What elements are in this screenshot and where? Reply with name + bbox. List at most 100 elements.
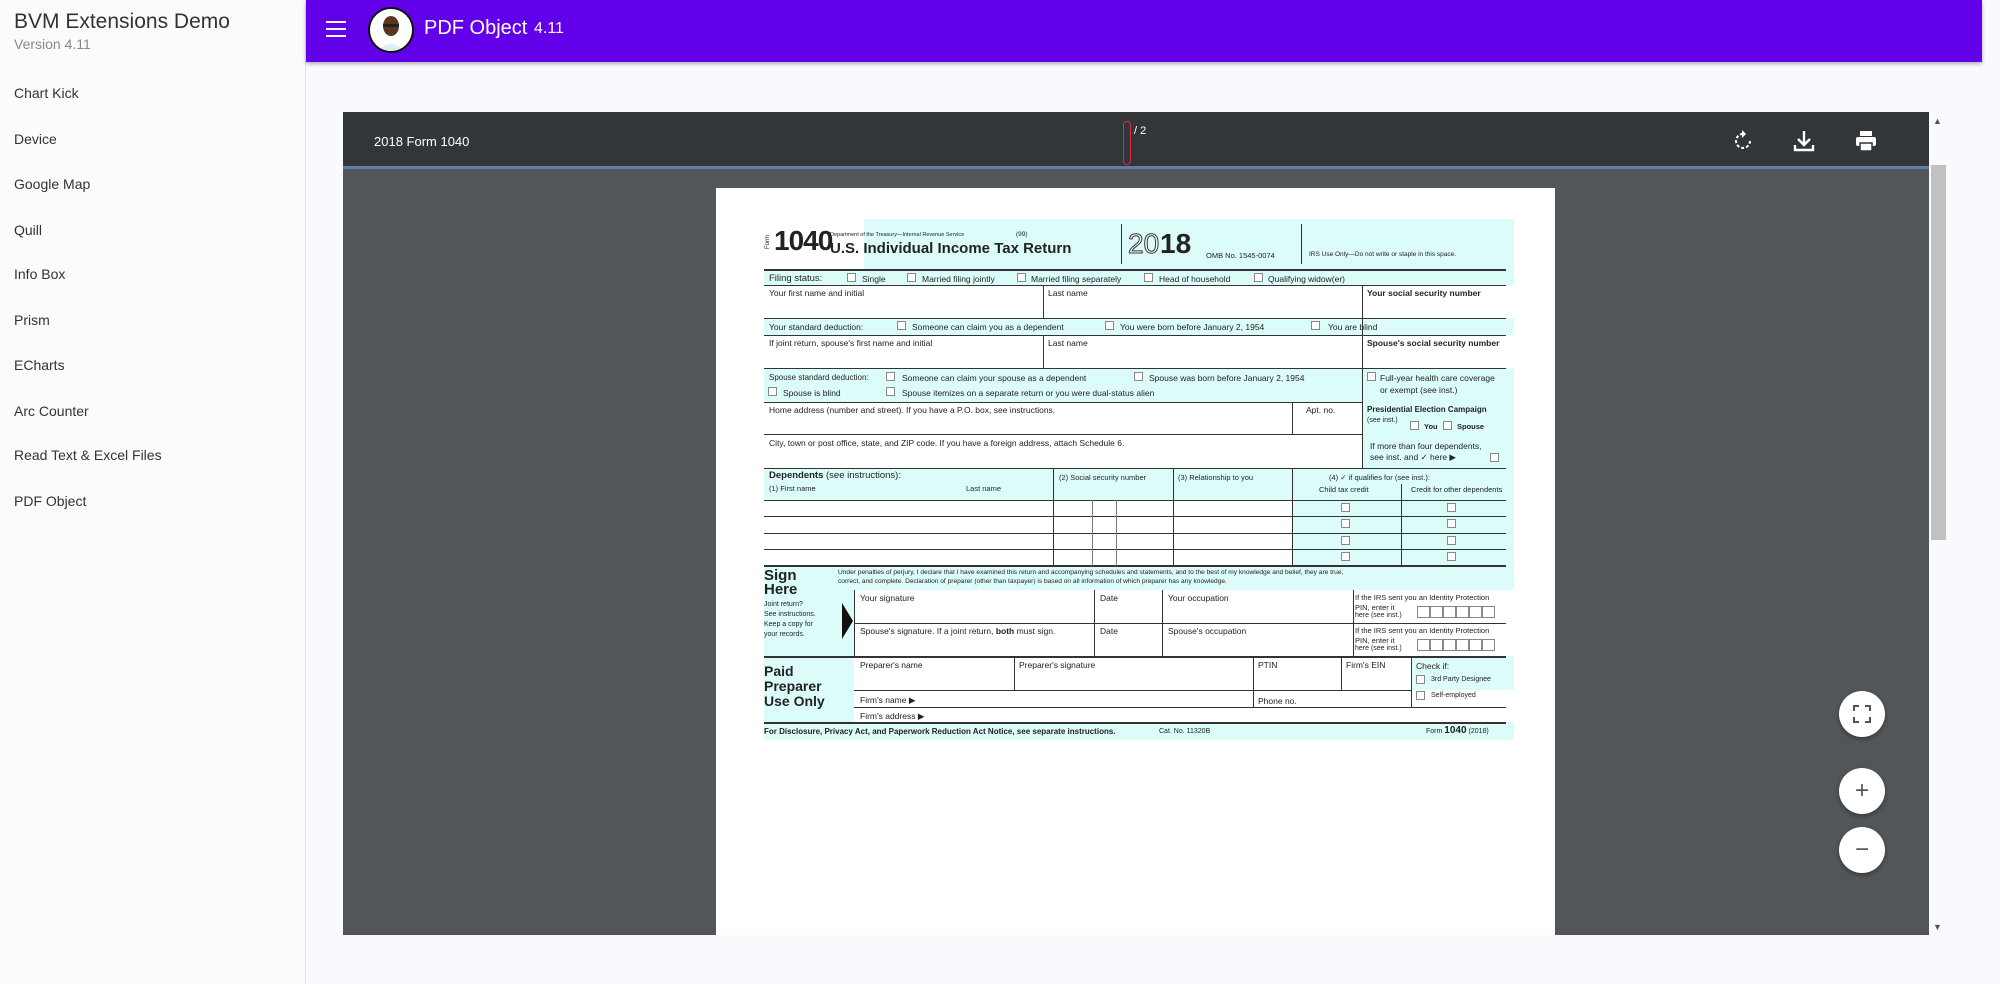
nav-arc-counter[interactable]: Arc Counter xyxy=(0,391,305,431)
checkbox-pec-spouse[interactable] xyxy=(1443,421,1452,430)
dep-relationship: (3) Relationship to you xyxy=(1178,473,1254,482)
pin-note: PIN, enter it xyxy=(1355,603,1395,612)
pdf-toolbar: 2018 Form 1040 / 2 xyxy=(343,112,1929,169)
joint-note: Keep a copy for xyxy=(764,621,814,628)
checkbox-spouse-dependent[interactable] xyxy=(886,372,895,381)
menu-icon[interactable] xyxy=(326,21,346,37)
label-spouse-born-before: Spouse was born before January 2, 1954 xyxy=(1149,373,1305,383)
checkbox-child-credit[interactable] xyxy=(1341,536,1350,545)
checkbox-born-before[interactable] xyxy=(1105,321,1114,330)
dependents-title: Dependents xyxy=(769,470,824,481)
form-1040: Form 1040 Department of the Treasury—Int… xyxy=(764,219,1514,740)
nav-read-files[interactable]: Read Text & Excel Files xyxy=(0,435,305,475)
pin-digit-box[interactable] xyxy=(1469,606,1482,618)
checkbox-child-credit[interactable] xyxy=(1341,503,1350,512)
checkbox-health-coverage[interactable] xyxy=(1367,372,1376,381)
download-icon[interactable] xyxy=(1791,128,1817,154)
dep-qualifies: (4) ✓ if qualifies for (see inst.): xyxy=(1329,473,1430,482)
home-address-label: Home address (number and street). If you… xyxy=(769,405,1056,415)
checkbox-other-credit[interactable] xyxy=(1447,519,1456,528)
label-head-of-household: Head of household xyxy=(1159,274,1231,284)
spouse-signature-label: Spouse's signature. If a joint return, xyxy=(860,626,996,636)
nav-google-map[interactable]: Google Map xyxy=(0,164,305,204)
checkbox-child-credit[interactable] xyxy=(1341,519,1350,528)
checkbox-self-employed[interactable] xyxy=(1416,691,1425,700)
firm-address-label: Firm's address ▶ xyxy=(860,711,925,721)
checkbox-claim-dependent[interactable] xyxy=(897,321,906,330)
checkbox-head-of-household[interactable] xyxy=(1144,273,1153,282)
pin-digit-box[interactable] xyxy=(1482,606,1495,618)
checkbox-blind[interactable] xyxy=(1311,321,1320,330)
checkbox-more-dependents[interactable] xyxy=(1490,453,1499,462)
health-coverage-label: Full-year health care coverage xyxy=(1380,373,1495,383)
app-version: Version 4.11 xyxy=(14,36,91,52)
last-name-label: Last name xyxy=(1048,288,1088,298)
pin-digit-box[interactable] xyxy=(1417,606,1430,618)
city-label: City, town or post office, state, and ZI… xyxy=(769,438,1125,448)
department: Department of the Treasury—Internal Reve… xyxy=(830,232,965,238)
footer-form-number: 1040 xyxy=(1444,725,1467,736)
pin-digit-box[interactable] xyxy=(1456,639,1469,651)
phone-label: Phone no. xyxy=(1258,696,1297,706)
pin-digit-box[interactable] xyxy=(1443,606,1456,618)
nav-pdf-object[interactable]: PDF Object xyxy=(0,481,305,521)
checkbox-married-separately[interactable] xyxy=(1017,273,1026,282)
omb-number: OMB No. 1545-0074 xyxy=(1206,251,1275,260)
label-blind: You are blind xyxy=(1328,322,1378,332)
pin-digit-box[interactable] xyxy=(1417,639,1430,651)
checkbox-spouse-born-before[interactable] xyxy=(1134,372,1143,381)
label-spouse-blind: Spouse is blind xyxy=(783,388,841,398)
label-single: Single xyxy=(862,274,886,284)
spouse-pin-note: If the IRS sent you an Identity Protecti… xyxy=(1355,626,1490,635)
checkbox-single[interactable] xyxy=(847,273,856,282)
checkbox-other-credit[interactable] xyxy=(1447,503,1456,512)
check-if-label: Check if: xyxy=(1416,661,1450,671)
zoom-in-button[interactable]: + xyxy=(1839,768,1885,814)
nav-device[interactable]: Device xyxy=(0,119,305,159)
dep-first-name: (1) First name xyxy=(769,484,816,493)
checkbox-married-jointly[interactable] xyxy=(907,273,916,282)
paid-label: Paid xyxy=(764,663,794,679)
fullscreen-button[interactable] xyxy=(1839,691,1885,737)
catalog-number: Cat. No. 11320B xyxy=(1159,728,1211,735)
nav-info-box[interactable]: Info Box xyxy=(0,254,305,294)
pec-inst: (see inst.) xyxy=(1367,417,1398,424)
pin-digit-box[interactable] xyxy=(1469,639,1482,651)
nav-prism[interactable]: Prism xyxy=(0,300,305,340)
pin-digit-box[interactable] xyxy=(1430,606,1443,618)
checkbox-third-party[interactable] xyxy=(1416,675,1425,684)
nav-echarts[interactable]: ECharts xyxy=(0,345,305,385)
scroll-up-icon[interactable]: ▲ xyxy=(1933,116,1942,126)
pin-digit-box[interactable] xyxy=(1482,639,1495,651)
sign-arrow-icon xyxy=(842,603,853,639)
checkbox-spouse-itemizes[interactable] xyxy=(886,387,895,396)
dep-ssn: (2) Social security number xyxy=(1059,473,1147,482)
zoom-out-button[interactable]: − xyxy=(1839,827,1885,873)
print-icon[interactable] xyxy=(1853,128,1879,154)
scroll-down-icon[interactable]: ▼ xyxy=(1933,922,1942,932)
nav-quill[interactable]: Quill xyxy=(0,210,305,250)
pin-digit-box[interactable] xyxy=(1456,606,1469,618)
checkbox-pec-you[interactable] xyxy=(1410,421,1419,430)
label-married-jointly: Married filing jointly xyxy=(922,274,995,284)
preparer-name-label: Preparer's name xyxy=(860,660,923,670)
checkbox-qualifying-widow[interactable] xyxy=(1254,273,1263,282)
form-code: (99) xyxy=(1016,231,1028,238)
checkbox-child-credit[interactable] xyxy=(1341,552,1350,561)
filing-status-label: Filing status: xyxy=(769,273,823,284)
rotate-icon[interactable] xyxy=(1730,128,1756,154)
nav-chart-kick[interactable]: Chart Kick xyxy=(0,73,305,113)
pin-digit-box[interactable] xyxy=(1443,639,1456,651)
label-qualifying-widow: Qualifying widow(er) xyxy=(1268,274,1345,284)
checkbox-other-credit[interactable] xyxy=(1447,536,1456,545)
checkbox-other-credit[interactable] xyxy=(1447,552,1456,561)
spouse-occupation-label: Spouse's occupation xyxy=(1168,626,1247,636)
scrollbar-thumb[interactable] xyxy=(1931,165,1946,540)
checkbox-spouse-blind[interactable] xyxy=(768,387,777,396)
joint-note: your records. xyxy=(764,631,805,638)
pin-digit-box[interactable] xyxy=(1430,639,1443,651)
pin-note: If the IRS sent you an Identity Protecti… xyxy=(1355,593,1490,602)
page-number-input[interactable] xyxy=(1123,121,1131,165)
dep-last-name: Last name xyxy=(966,484,1002,493)
label-married-separately: Married filing separately xyxy=(1031,274,1122,284)
